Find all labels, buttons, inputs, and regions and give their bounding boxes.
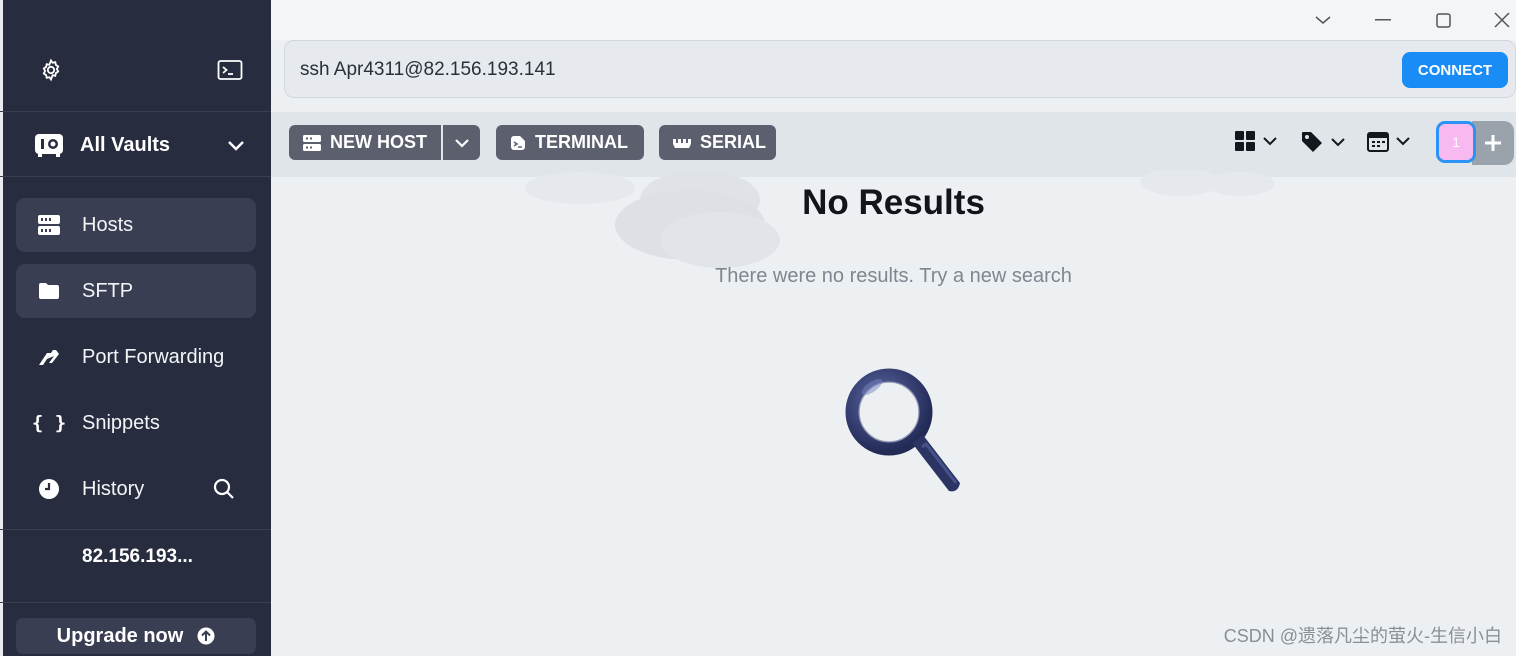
chevron-down-icon xyxy=(1396,137,1410,146)
magnifier-icon xyxy=(845,368,960,492)
sidebar-item-label: Snippets xyxy=(82,411,160,434)
sidebar: All Vaults Hosts SFTP Port Forwarding { … xyxy=(0,0,271,656)
quick-connect-input[interactable]: ssh Apr4311@82.156.193.141 xyxy=(300,59,556,81)
terminal-button[interactable]: TERMINAL xyxy=(496,125,644,160)
quick-connect-bar: ssh Apr4311@82.156.193.141 CONNECT xyxy=(284,40,1516,98)
arrow-up-circle-icon xyxy=(197,627,215,645)
grid-icon xyxy=(1235,131,1255,151)
settings-button[interactable] xyxy=(36,52,66,88)
close-icon xyxy=(1494,12,1510,28)
minimize-button[interactable] xyxy=(1370,8,1396,32)
chevron-down-icon xyxy=(1331,138,1345,147)
sidebar-divider xyxy=(0,176,271,177)
braces-icon: { } xyxy=(31,412,67,434)
toolbar: NEW HOST TERMINAL SERIAL xyxy=(271,112,1516,177)
empty-state-title: No Results xyxy=(802,183,985,222)
terminal-icon xyxy=(217,60,243,80)
hosts-icon xyxy=(16,214,82,236)
connect-button[interactable]: CONNECT xyxy=(1402,52,1508,88)
window-menu-button[interactable] xyxy=(1310,8,1336,32)
tag-icon xyxy=(1302,132,1322,152)
terminal-icon xyxy=(509,134,527,152)
close-button[interactable] xyxy=(1489,8,1515,32)
team-badge[interactable]: 1 xyxy=(1436,121,1476,163)
vault-icon xyxy=(35,134,63,157)
server-icon xyxy=(302,134,322,152)
minimize-icon xyxy=(1375,19,1391,21)
new-host-label: NEW HOST xyxy=(330,132,427,152)
folder-icon xyxy=(16,282,82,300)
sidebar-item-snippets[interactable]: { } Snippets xyxy=(16,396,256,450)
clock-icon xyxy=(16,478,82,500)
watermark: CSDN @遗落凡尘的萤火-生信小白 xyxy=(1223,626,1502,646)
chevron-down-icon xyxy=(1263,137,1277,146)
sidebar-item-label: SFTP xyxy=(82,279,134,302)
tag-filter[interactable] xyxy=(1300,130,1346,154)
sidebar-item-port-forwarding[interactable]: Port Forwarding xyxy=(16,330,256,384)
new-host-button[interactable]: NEW HOST xyxy=(289,125,441,160)
sidebar-divider xyxy=(0,529,271,530)
sidebar-item-sftp[interactable]: SFTP xyxy=(16,264,256,318)
search-icon xyxy=(213,478,234,499)
sidebar-item-label: Port Forwarding xyxy=(82,345,225,368)
sidebar-top-actions xyxy=(36,52,245,88)
vault-selector[interactable]: All Vaults xyxy=(34,126,245,164)
sidebar-divider xyxy=(0,111,271,112)
add-button[interactable] xyxy=(1472,121,1514,165)
serial-port-icon xyxy=(672,136,692,150)
port-forwarding-icon xyxy=(16,347,82,367)
plus-icon xyxy=(1485,135,1501,151)
maximize-button[interactable] xyxy=(1430,8,1456,32)
history-search-button[interactable] xyxy=(212,477,236,506)
chevron-down-icon xyxy=(454,138,469,148)
title-bar xyxy=(271,0,1516,40)
vault-label: All Vaults xyxy=(80,133,171,156)
layout-view-toggle[interactable] xyxy=(1234,130,1278,152)
upgrade-label: Upgrade now xyxy=(56,624,184,647)
new-host-button-group: NEW HOST xyxy=(289,125,480,160)
gear-icon xyxy=(42,58,60,82)
upgrade-button[interactable]: Upgrade now xyxy=(16,618,256,654)
sidebar-item-label: History xyxy=(82,477,145,500)
window-edge xyxy=(0,0,3,656)
sidebar-divider xyxy=(0,602,271,603)
terminal-label: TERMINAL xyxy=(535,132,628,152)
empty-state-message: There were no results. Try a new search xyxy=(715,265,1072,287)
chevron-down-icon xyxy=(1315,16,1331,24)
serial-label: SERIAL xyxy=(700,132,767,152)
date-sort-filter[interactable] xyxy=(1367,130,1411,152)
calendar-icon xyxy=(1367,132,1389,152)
sidebar-item-hosts[interactable]: Hosts xyxy=(16,198,256,252)
chevron-down-icon xyxy=(228,141,244,151)
recent-connection[interactable]: 82.156.193... xyxy=(82,546,193,568)
serial-button[interactable]: SERIAL xyxy=(659,125,776,160)
maximize-icon xyxy=(1435,12,1451,28)
sidebar-item-history[interactable]: History xyxy=(16,462,256,516)
sidebar-item-label: Hosts xyxy=(82,213,134,236)
new-host-dropdown[interactable] xyxy=(443,125,480,160)
open-terminal-button[interactable] xyxy=(215,52,245,88)
